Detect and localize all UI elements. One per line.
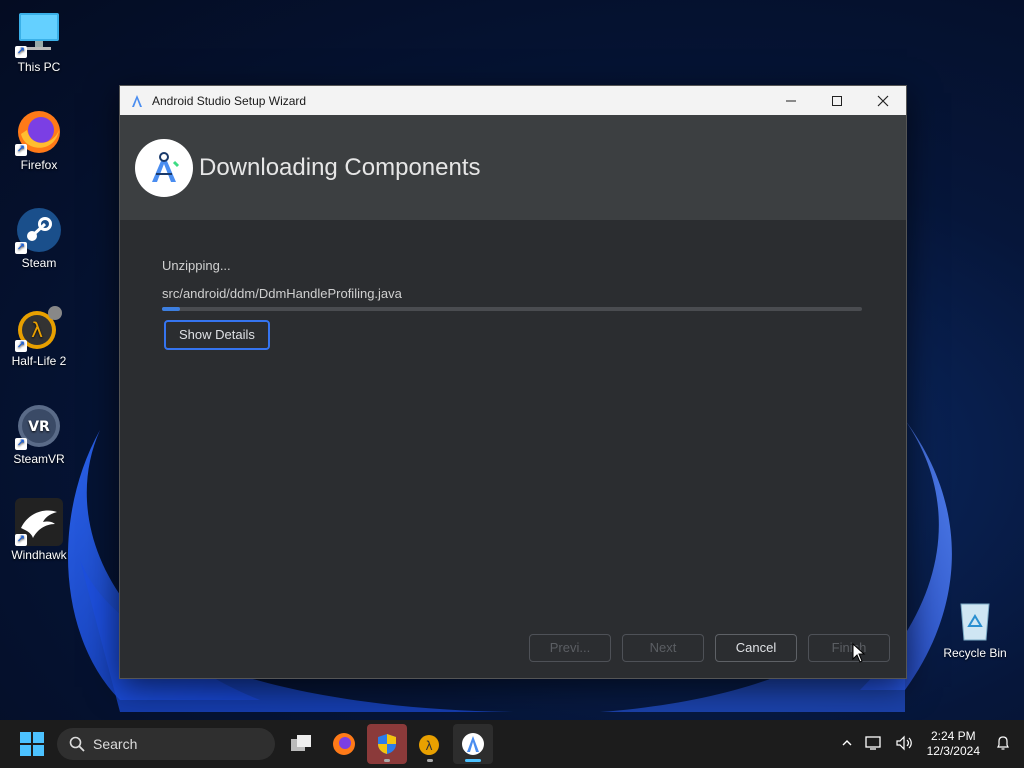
svg-text:VR: VR	[28, 419, 50, 435]
start-button[interactable]	[12, 724, 52, 764]
recycle-bin-icon	[951, 596, 999, 644]
android-studio-icon	[462, 733, 484, 755]
svg-text:λ: λ	[425, 739, 432, 753]
finish-button[interactable]: Finish	[808, 634, 890, 662]
minimize-icon	[786, 100, 796, 101]
desktop-icon-label: Firefox	[20, 158, 58, 172]
desktop-icon-label: SteamVR	[13, 452, 65, 466]
task-view-icon	[291, 735, 311, 751]
download-progress-bar	[162, 307, 862, 311]
window-title: Android Studio Setup Wizard	[152, 93, 307, 108]
steam-icon: ↗	[15, 206, 63, 254]
notifications-button[interactable]	[996, 735, 1010, 754]
minimize-button[interactable]	[768, 86, 814, 115]
desktop-icon-half-life-2[interactable]: λ ↗ Half-Life 2	[0, 304, 78, 368]
running-indicator	[384, 759, 390, 762]
system-tray: 2:24 PM 12/3/2024	[835, 720, 1024, 768]
page-title: Downloading Components	[199, 153, 481, 181]
show-details-button[interactable]: Show Details	[164, 320, 270, 350]
shortcut-arrow-icon: ↗	[15, 340, 27, 352]
volume-icon	[896, 735, 912, 750]
progress-fill	[162, 307, 180, 311]
volume-button[interactable]	[895, 735, 913, 754]
shortcut-arrow-icon: ↗	[15, 534, 27, 546]
show-hidden-icons-button[interactable]	[841, 737, 853, 752]
android-studio-logo-icon	[135, 138, 193, 197]
taskbar-task-view[interactable]	[281, 724, 321, 764]
taskbar-firefox[interactable]	[324, 724, 364, 764]
firefox-icon: ↗	[15, 108, 63, 156]
chevron-up-icon	[842, 739, 852, 745]
clock-time: 2:24 PM	[930, 729, 976, 743]
maximize-icon	[832, 95, 842, 106]
firefox-icon	[333, 733, 355, 755]
clock[interactable]: 2:24 PM 12/3/2024	[927, 729, 980, 759]
shortcut-arrow-icon: ↗	[15, 242, 27, 254]
desktop-icon-windhawk[interactable]: ↗ Windhawk	[0, 498, 78, 562]
running-indicator	[427, 759, 433, 762]
clock-date: 12/3/2024	[926, 744, 980, 758]
desktop-icon-steam[interactable]: ↗ Steam	[0, 206, 78, 270]
shortcut-arrow-icon: ↗	[15, 46, 27, 58]
desktop-icon-label: Recycle Bin	[943, 646, 1007, 660]
desktop-icon-label: Windhawk	[11, 548, 67, 562]
windhawk-icon: ↗	[15, 498, 63, 546]
desktop-icon-label: This PC	[17, 60, 61, 74]
desktop-icon-firefox[interactable]: ↗ Firefox	[0, 108, 78, 172]
desktop-icon-label: Half-Life 2	[11, 354, 67, 368]
close-button[interactable]	[860, 86, 906, 115]
taskbar-search[interactable]: Search	[57, 728, 275, 760]
half-life-icon: λ ↗	[15, 304, 63, 352]
status-text: Unzipping...	[162, 258, 231, 273]
desktop-icon-this-pc[interactable]: ↗ This PC	[0, 10, 78, 74]
desktop-icon-recycle-bin[interactable]: Recycle Bin	[936, 596, 1014, 660]
half-life-icon: λ	[419, 735, 439, 755]
steamvr-icon: VR ↗	[15, 402, 63, 450]
shortcut-arrow-icon: ↗	[15, 438, 27, 450]
svg-text:λ: λ	[31, 318, 43, 342]
taskbar-half-life-2[interactable]: λ	[410, 724, 450, 764]
setup-wizard-window: Android Studio Setup Wizard Downloading …	[119, 85, 907, 679]
desktop-icon-label: Steam	[21, 256, 57, 270]
close-icon	[877, 95, 889, 106]
title-bar[interactable]: Android Studio Setup Wizard	[120, 86, 906, 115]
mouse-cursor-icon	[852, 643, 866, 663]
bell-icon	[997, 735, 1009, 750]
next-button[interactable]: Next	[622, 634, 704, 662]
windows-logo-icon	[20, 732, 44, 756]
taskbar-android-studio[interactable]	[453, 724, 493, 764]
wizard-content: Unzipping... src/android/ddm/DdmHandlePr…	[120, 220, 906, 388]
shield-icon	[378, 734, 396, 754]
current-file-text: src/android/ddm/DdmHandleProfiling.java	[162, 286, 402, 301]
cancel-button[interactable]: Cancel	[715, 634, 797, 662]
network-icon	[864, 735, 881, 750]
monitor-icon: ↗	[15, 10, 63, 58]
maximize-button[interactable]	[814, 86, 860, 115]
desktop-icon-steamvr[interactable]: VR ↗ SteamVR	[0, 402, 78, 466]
wizard-footer: Previ... Next Cancel Finish	[529, 634, 890, 662]
taskbar-security-shield[interactable]	[367, 724, 407, 764]
network-button[interactable]	[864, 735, 883, 754]
taskbar: Search λ 2:24 PM 12/3/2024	[0, 720, 1024, 768]
search-placeholder: Search	[93, 736, 138, 752]
shortcut-arrow-icon: ↗	[15, 144, 27, 156]
android-studio-icon	[130, 94, 144, 108]
search-icon	[69, 736, 85, 752]
previous-button[interactable]: Previ...	[529, 634, 611, 662]
active-indicator	[465, 759, 481, 762]
wizard-header: Downloading Components	[120, 115, 906, 220]
